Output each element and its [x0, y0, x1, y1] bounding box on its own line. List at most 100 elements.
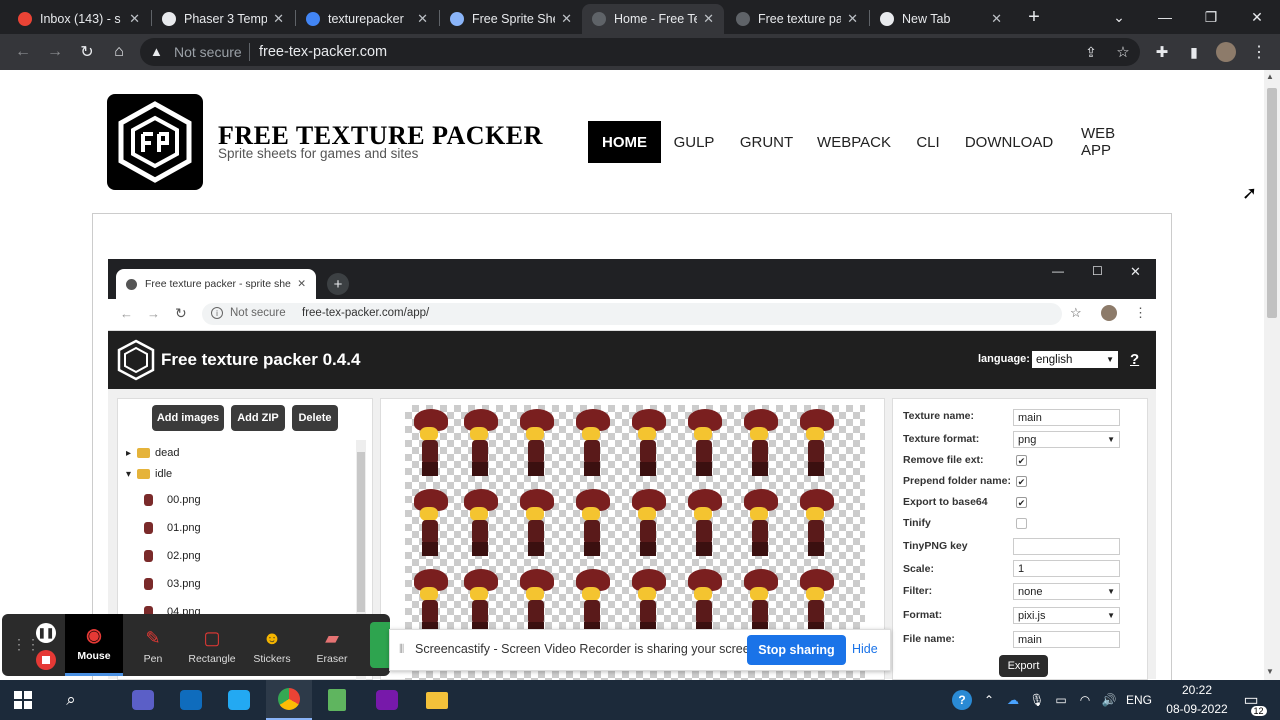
browser-tab[interactable]: Phaser 3 Temp ✕ — [152, 4, 294, 34]
browser-tab[interactable]: Home - Free Te ✕ — [582, 4, 724, 34]
tab-close-icon[interactable]: ✕ — [703, 11, 714, 27]
add-zip-button: Add ZIP — [231, 405, 285, 431]
site-logo[interactable] — [107, 94, 203, 190]
language-label: language: — [978, 353, 1030, 365]
onenote-icon[interactable] — [364, 680, 410, 720]
tab-close-icon[interactable]: ✕ — [991, 11, 1002, 27]
search-icon[interactable]: ⌕ — [48, 680, 94, 720]
nav-home[interactable]: HOME — [588, 121, 661, 163]
mouse-icon: ◉ — [86, 625, 102, 645]
profile-avatar[interactable] — [1216, 42, 1236, 62]
scroll-up-icon[interactable]: ▲ — [1266, 72, 1274, 81]
nav-gulp[interactable]: GULP — [664, 121, 724, 163]
nav-cli[interactable]: CLI — [905, 121, 951, 163]
sprite-thumbnail-icon — [144, 578, 153, 590]
outlook-icon[interactable] — [168, 680, 214, 720]
onedrive-icon[interactable]: ☁ — [1002, 680, 1024, 720]
restore-button[interactable]: ❐ — [1188, 0, 1234, 34]
windows-start-icon[interactable] — [0, 680, 46, 720]
back-icon[interactable]: ← — [8, 34, 38, 70]
video-star-icon: ☆ — [1070, 305, 1082, 320]
texture-format-select: png ▼ — [1013, 431, 1120, 448]
tool-label: Stickers — [253, 653, 291, 665]
sprite-frame — [516, 407, 556, 479]
new-tab-button[interactable]: + — [1022, 4, 1046, 30]
show-hidden-icons[interactable]: ⌃ — [980, 680, 998, 720]
tool-stickers[interactable]: ☻ Stickers — [243, 614, 301, 676]
tab-close-icon[interactable]: ✕ — [561, 11, 572, 27]
forward-icon[interactable]: → — [40, 34, 70, 70]
drag-handle-icon[interactable]: ⋮⋮ — [12, 636, 40, 653]
stop-recording-icon[interactable] — [36, 650, 56, 670]
tab-close-icon[interactable]: ✕ — [847, 11, 858, 27]
nav-grunt[interactable]: GRUNT — [731, 121, 802, 163]
texture-format-label: Texture format: — [903, 433, 980, 445]
notepad-icon[interactable] — [314, 680, 360, 720]
reload-icon[interactable]: ↻ — [72, 34, 102, 70]
tab-close-icon[interactable]: ✕ — [273, 11, 284, 27]
clock-time[interactable]: 20:22 — [1162, 683, 1232, 697]
tool-eraser[interactable]: ▰ Eraser — [303, 614, 361, 676]
tool-pen[interactable]: ✎ Pen — [124, 614, 182, 676]
volume-icon[interactable]: 🔊 — [1098, 680, 1120, 720]
video-info-icon: i — [211, 307, 223, 319]
remove-ext-checkbox: ✔ — [1016, 455, 1027, 466]
nav-download[interactable]: DOWNLOAD — [956, 121, 1062, 163]
browser-tab[interactable]: Inbox (143) - s ✕ — [8, 4, 150, 34]
stop-sharing-button[interactable]: Stop sharing — [747, 635, 846, 665]
tree-label: 01.png — [167, 522, 201, 534]
help-tray-icon[interactable]: ? — [950, 680, 974, 720]
tree-folder: ▸ dead — [126, 447, 180, 459]
chrome-icon — [880, 12, 894, 26]
battery-icon[interactable]: ▭ — [1050, 680, 1072, 720]
bookmark-star-icon[interactable]: ☆ — [1108, 34, 1138, 70]
security-label: Not secure — [174, 44, 242, 60]
sprite-thumbnail-icon — [144, 494, 153, 506]
microphone-icon[interactable]: 🎙 — [1028, 680, 1046, 720]
extensions-icon[interactable]: ✚ — [1147, 34, 1177, 70]
tab-close-icon[interactable]: ✕ — [129, 11, 140, 27]
tool-label: Pen — [143, 653, 163, 665]
texture-format-value: png — [1018, 433, 1037, 446]
browser-tab-title: Inbox (143) - s — [40, 12, 121, 26]
language-indicator[interactable]: ENG — [1124, 680, 1154, 720]
tool-rectangle[interactable]: ▢ Rectangle — [183, 614, 241, 676]
teams-icon[interactable] — [120, 680, 166, 720]
browser-tab[interactable]: New Tab ✕ — [870, 4, 1012, 34]
minimize-button[interactable]: — — [1142, 0, 1188, 34]
url-text[interactable]: free-tex-packer.com — [259, 44, 387, 60]
browser-tab[interactable]: Free texture pa ✕ — [726, 4, 868, 34]
home-icon[interactable]: ⌂ — [104, 34, 134, 70]
nav-webpack[interactable]: WEBPACK — [809, 121, 899, 163]
chrome-taskbar-icon[interactable] — [266, 680, 312, 720]
remove-ext-label: Remove file ext: — [903, 454, 984, 466]
tree-label: idle — [155, 468, 173, 480]
side-panel-icon[interactable]: ▮ — [1179, 34, 1209, 70]
file-explorer-icon[interactable] — [414, 680, 460, 720]
scroll-down-icon[interactable]: ▼ — [1266, 667, 1274, 676]
clock-date[interactable]: 08-09-2022 — [1158, 702, 1236, 716]
format-select: pixi.js ▼ — [1013, 607, 1120, 624]
tool-mouse[interactable]: ◉ Mouse — [65, 614, 123, 676]
texture-name-input: main — [1013, 409, 1120, 426]
warning-icon[interactable]: ▲ — [150, 44, 163, 59]
pause-icon[interactable]: ❚❚ — [36, 623, 56, 643]
hide-button[interactable]: Hide — [852, 642, 878, 656]
globe-icon — [450, 12, 464, 26]
vscode-icon[interactable] — [216, 680, 262, 720]
close-window-button[interactable]: ✕ — [1234, 0, 1280, 34]
browser-tab[interactable]: texturepacker ✕ — [296, 4, 438, 34]
notice-drag-icon[interactable]: ⦀ — [399, 642, 404, 657]
notifications-icon[interactable]: ▭ 12 — [1236, 680, 1267, 720]
tab-search-icon[interactable]: ⌄ — [1096, 0, 1142, 34]
nav-web-app[interactable]: WEB APP — [1069, 121, 1153, 163]
tab-close-icon[interactable]: ✕ — [417, 11, 428, 27]
browser-tab[interactable]: Free Sprite She ✕ — [440, 4, 582, 34]
share-icon[interactable]: ⇪ — [1076, 34, 1106, 70]
browser-menu-icon[interactable]: ⋮ — [1244, 34, 1274, 70]
sprite-frame — [740, 487, 780, 559]
wifi-icon[interactable]: ◠ — [1074, 680, 1096, 720]
tool-label: Eraser — [316, 653, 348, 665]
scrollbar-thumb[interactable] — [1267, 88, 1277, 318]
sprite-frame — [410, 487, 450, 559]
